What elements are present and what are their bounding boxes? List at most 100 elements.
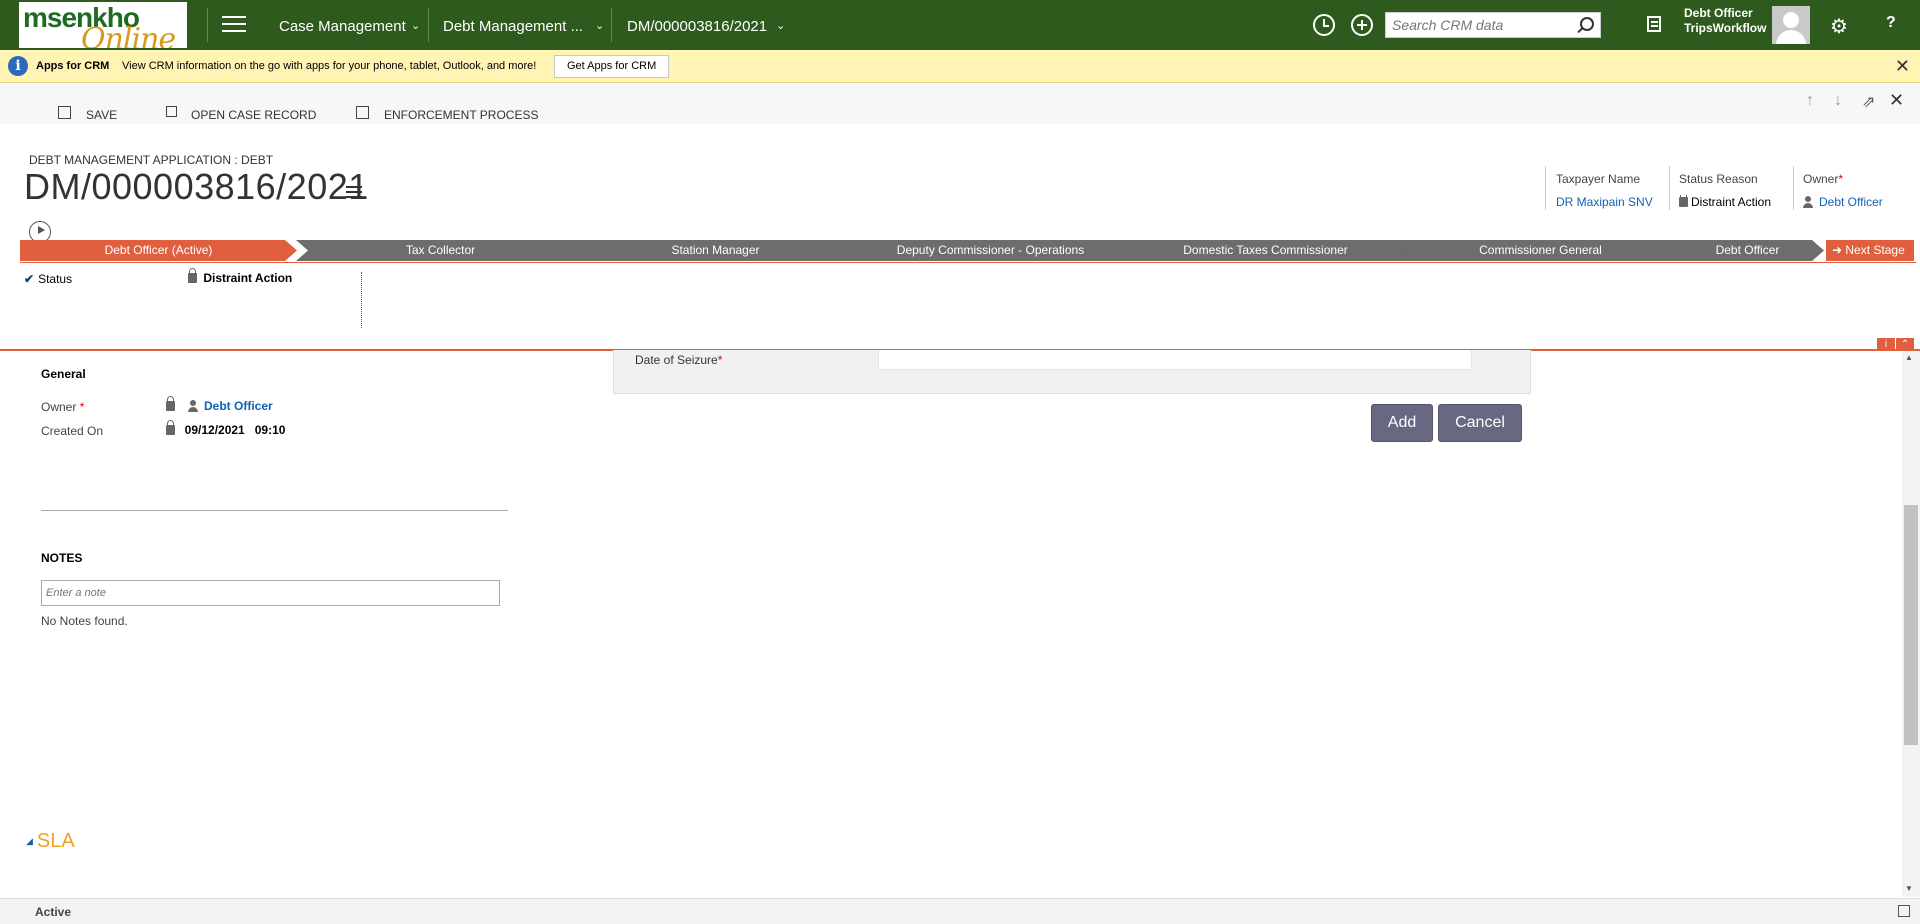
- scroll-down-icon[interactable]: ▼: [1905, 884, 1913, 893]
- page-title: DM/000003816/2021: [24, 166, 369, 207]
- popout-icon[interactable]: ⇗: [1862, 92, 1875, 112]
- nav-item-case-management[interactable]: Case Management: [279, 18, 406, 35]
- stage-commissioner-general[interactable]: Commissioner General: [1396, 240, 1685, 261]
- help-button[interactable]: ?: [1886, 14, 1896, 32]
- nav-item-record[interactable]: DM/000003816/2021: [627, 18, 767, 35]
- divider: [428, 8, 429, 42]
- info-icon: i: [8, 56, 28, 76]
- hamburger-menu-icon[interactable]: [222, 16, 246, 34]
- save-icon[interactable]: [1898, 905, 1910, 917]
- no-notes-text: No Notes found.: [41, 614, 128, 628]
- created-on-value: 09/12/2021 09:10: [166, 420, 285, 437]
- record-status: Active: [35, 905, 72, 919]
- close-icon[interactable]: ✕: [1895, 56, 1910, 77]
- top-nav-bar: msenkho Online Case Management ⌄ Debt Ma…: [0, 0, 1920, 50]
- chevron-down-icon[interactable]: ⌄: [595, 19, 604, 32]
- divider: [361, 272, 362, 328]
- divider: [1545, 166, 1546, 210]
- process-controls: i ⌃: [1876, 336, 1916, 351]
- owner-link[interactable]: Debt Officer: [204, 399, 273, 413]
- get-apps-button[interactable]: Get Apps for CRM: [554, 55, 670, 78]
- save-icon[interactable]: [58, 106, 71, 119]
- step-value-text: Distraint Action: [203, 271, 293, 285]
- owner-field-value[interactable]: Debt Officer: [166, 396, 273, 413]
- stage-tax-collector[interactable]: Tax Collector: [296, 240, 585, 261]
- owner-value[interactable]: Debt Officer: [1803, 195, 1908, 209]
- general-section-title: General: [41, 367, 86, 381]
- owner-field-label: Owner *: [41, 400, 84, 414]
- search-icon[interactable]: [1580, 17, 1594, 31]
- process-stage-bar: Debt Officer (Active) Tax Collector Stat…: [20, 240, 1824, 261]
- nav-item-debt-management[interactable]: Debt Management ...: [443, 18, 583, 35]
- form-selector-icon[interactable]: [346, 186, 362, 198]
- header-field-label: Taxpayer Name: [1556, 172, 1641, 186]
- owner-link[interactable]: Debt Officer: [1819, 195, 1883, 209]
- date-of-seizure-field[interactable]: [878, 350, 1472, 370]
- create-plus-icon[interactable]: [1351, 14, 1373, 36]
- process-step: ✔ Status: [24, 272, 72, 286]
- created-date: 09/12/2021: [184, 423, 245, 437]
- lock-icon: [166, 396, 175, 411]
- notification-message: View CRM information on the go with apps…: [122, 60, 537, 72]
- header-field-taxpayer: Taxpayer Name DR Maxipain SNV: [1556, 172, 1656, 209]
- gear-icon[interactable]: ⚙: [1830, 14, 1848, 39]
- search-input[interactable]: [1386, 13, 1566, 37]
- checkmark-icon: ✔: [24, 272, 35, 286]
- created-on-label: Created On: [41, 424, 104, 438]
- chevron-down-icon[interactable]: ⌄: [411, 19, 420, 32]
- owner-label-text: Owner: [1803, 172, 1839, 186]
- logo-text-line2: Online: [81, 22, 176, 49]
- lock-icon: [1679, 195, 1688, 207]
- notification-title: Apps for CRM: [36, 60, 110, 72]
- header-field-status-reason: Status Reason Distraint Action: [1679, 172, 1771, 209]
- save-button[interactable]: SAVE: [86, 108, 117, 122]
- stage-debt-officer[interactable]: Debt Officer: [1671, 240, 1824, 261]
- next-stage-label: Next Stage: [1845, 243, 1905, 257]
- header-field-owner: Owner* Debt Officer: [1803, 172, 1908, 209]
- divider: [41, 510, 508, 511]
- divider: [207, 8, 208, 42]
- step-label: Status: [38, 272, 73, 286]
- stage-deputy-commissioner[interactable]: Deputy Commissioner - Operations: [846, 240, 1135, 261]
- avatar[interactable]: [1772, 6, 1810, 44]
- next-stage-button[interactable]: ➜ Next Stage: [1826, 240, 1914, 261]
- open-record-icon[interactable]: [166, 106, 177, 117]
- note-input[interactable]: [42, 581, 499, 605]
- user-org: TripsWorkflow: [1684, 21, 1767, 35]
- open-case-record-button[interactable]: OPEN CASE RECORD: [191, 108, 316, 122]
- add-button[interactable]: Add: [1371, 404, 1433, 442]
- user-info[interactable]: Debt Officer TripsWorkflow: [1684, 6, 1766, 36]
- lock-icon: [188, 268, 197, 283]
- advanced-find-icon[interactable]: [1647, 16, 1661, 32]
- status-footer: Active: [0, 898, 1920, 924]
- divider: [611, 8, 612, 42]
- arrow-up-icon[interactable]: ↑: [1806, 92, 1814, 110]
- enforcement-process-icon[interactable]: [356, 106, 369, 119]
- msenkho-online-logo[interactable]: msenkho Online: [18, 1, 188, 49]
- close-icon[interactable]: ✕: [1889, 90, 1904, 111]
- sla-section-header[interactable]: ◢ SLA: [26, 830, 75, 853]
- stage-domestic-taxes-commissioner[interactable]: Domestic Taxes Commissioner: [1121, 240, 1410, 261]
- search-box[interactable]: [1385, 12, 1601, 38]
- scrollbar-thumb[interactable]: [1904, 505, 1918, 745]
- arrow-down-icon[interactable]: ↓: [1834, 92, 1842, 110]
- status-reason-value: Distraint Action: [1679, 195, 1771, 209]
- divider: [1669, 166, 1670, 210]
- cancel-button[interactable]: Cancel: [1438, 404, 1522, 442]
- scroll-up-icon[interactable]: ▲: [1905, 353, 1913, 362]
- divider: [20, 262, 1916, 263]
- stage-station-manager[interactable]: Station Manager: [571, 240, 860, 261]
- enforcement-process-button[interactable]: ENFORCEMENT PROCESS: [384, 108, 538, 122]
- chevron-down-icon[interactable]: ⌄: [776, 19, 785, 32]
- note-input-box[interactable]: [41, 580, 500, 606]
- stage-debt-officer-active[interactable]: Debt Officer (Active): [20, 240, 297, 261]
- entity-type-label: DEBT MANAGEMENT APPLICATION : DEBT: [29, 153, 274, 167]
- status-reason-text: Distraint Action: [1691, 195, 1771, 209]
- required-asterisk: *: [1838, 172, 1844, 186]
- step-value[interactable]: Distraint Action: [188, 268, 293, 285]
- date-of-seizure-label: Date of Seizure*: [635, 353, 722, 367]
- recent-clock-icon[interactable]: [1313, 14, 1335, 36]
- notification-bar: i Apps for CRM View CRM information on t…: [0, 50, 1920, 83]
- sla-title: SLA: [36, 830, 75, 852]
- taxpayer-name-link[interactable]: DR Maxipain SNV: [1556, 195, 1656, 209]
